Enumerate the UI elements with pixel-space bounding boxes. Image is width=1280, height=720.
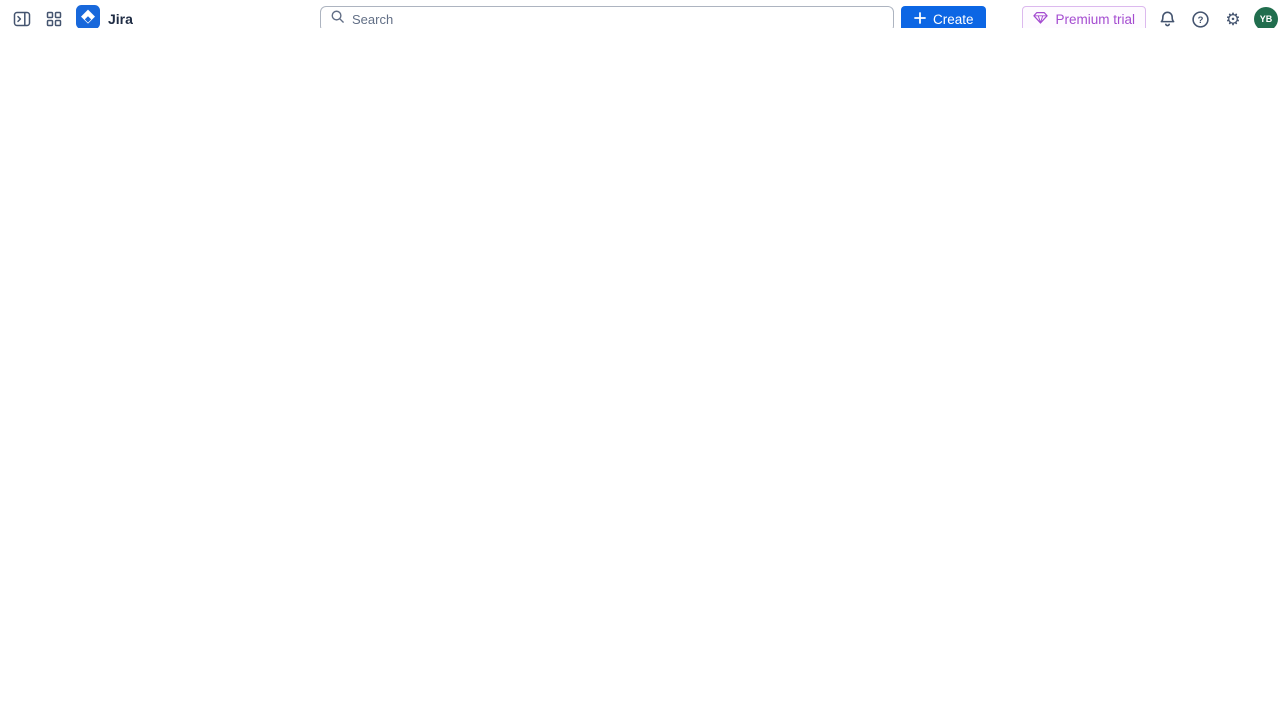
gem-icon	[1033, 10, 1048, 28]
app-name: Jira	[108, 11, 133, 27]
top-navigation-bar: Jira Create Premium trial	[0, 0, 1280, 28]
jira-home-link[interactable]: Jira	[76, 5, 133, 29]
search-icon	[330, 9, 345, 28]
plus-icon	[913, 11, 927, 28]
settings-gear-icon[interactable]: ⚙	[1221, 7, 1245, 28]
svg-text:?: ?	[1197, 14, 1203, 25]
premium-trial-button[interactable]: Premium trial	[1022, 6, 1146, 28]
expand-sidebar-icon[interactable]	[12, 9, 32, 28]
search-input[interactable]	[352, 12, 884, 27]
global-search[interactable]	[320, 6, 894, 28]
help-icon[interactable]: ?	[1188, 7, 1212, 28]
create-button[interactable]: Create	[901, 6, 986, 28]
app-switcher-icon[interactable]	[45, 10, 63, 28]
user-avatar[interactable]: YB	[1254, 7, 1278, 28]
page: Jira Create Premium trial	[0, 0, 1280, 28]
notifications-bell-icon[interactable]	[1155, 7, 1179, 28]
jira-logo-icon	[76, 5, 100, 29]
